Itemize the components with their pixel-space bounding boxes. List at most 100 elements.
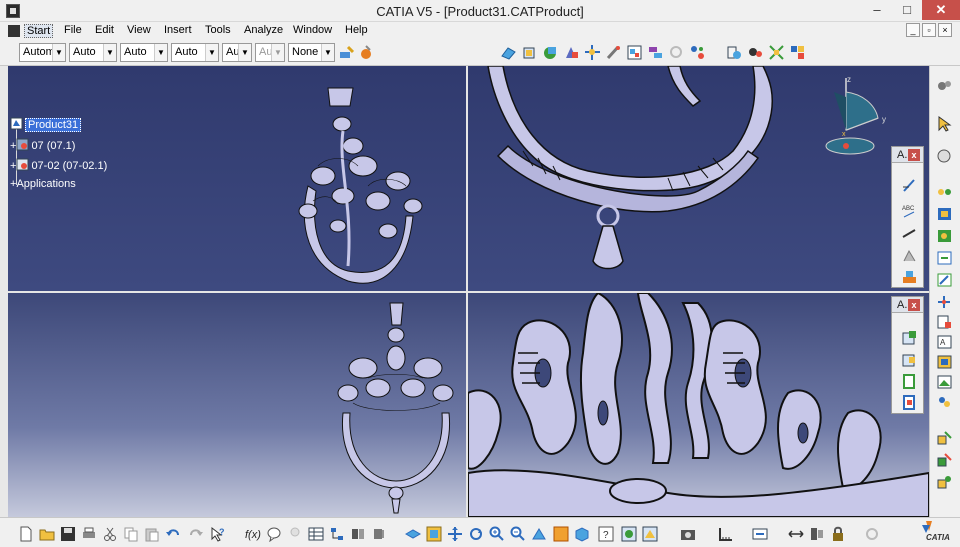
mdi-restore-button[interactable]: ▫ — [922, 23, 936, 37]
section-view-icon[interactable] — [901, 351, 918, 368]
view-icon[interactable] — [901, 268, 918, 285]
tree-expand-icon[interactable] — [329, 526, 345, 542]
close-button[interactable]: ✕ — [922, 0, 960, 20]
catalog-browser-icon[interactable] — [936, 354, 953, 370]
floating-toolbar-close-button[interactable]: x — [908, 299, 920, 311]
front-view-icon[interactable] — [901, 329, 918, 346]
normal-view-icon[interactable] — [531, 526, 547, 542]
explode-icon[interactable] — [626, 44, 643, 61]
undo-icon[interactable] — [165, 526, 181, 542]
zoom-in-icon[interactable] — [489, 526, 505, 542]
maximize-button[interactable]: □ — [892, 0, 922, 20]
iso-view-icon[interactable] — [574, 526, 590, 542]
scene-icon[interactable] — [936, 374, 953, 390]
menu-edit[interactable]: Edit — [95, 24, 114, 36]
viewport-bottom-left[interactable] — [8, 293, 466, 517]
menu-view[interactable]: View — [127, 24, 151, 36]
part-icon[interactable] — [521, 44, 538, 61]
transparency-combo[interactable]: Auto ▼ — [69, 43, 117, 62]
whats-this-icon[interactable]: ? — [210, 526, 226, 542]
existing-component-positioning-icon[interactable] — [936, 474, 953, 490]
measure-between-icon[interactable] — [350, 526, 366, 542]
table-icon[interactable] — [308, 526, 324, 542]
zoom-out-icon[interactable] — [510, 526, 526, 542]
comment-icon[interactable] — [266, 526, 282, 542]
mdi-close-button[interactable]: × — [938, 23, 952, 37]
measure-icon[interactable] — [747, 44, 764, 61]
projection-view-icon[interactable] — [901, 373, 918, 390]
swap-view-icon[interactable] — [752, 526, 768, 542]
floating-toolbar-header[interactable]: A. x — [892, 297, 923, 313]
text-annotation-icon[interactable]: ABC — [901, 202, 918, 219]
component-tree-icon[interactable] — [936, 184, 953, 200]
save-icon[interactable] — [60, 526, 76, 542]
tree-root-label[interactable]: Product31 — [25, 118, 82, 132]
redo-icon[interactable] — [188, 526, 204, 542]
fit-all-icon[interactable] — [426, 526, 442, 542]
menu-tools[interactable]: Tools — [205, 24, 231, 36]
menu-insert[interactable]: Insert — [164, 24, 192, 36]
multi-view-icon[interactable] — [553, 526, 569, 542]
minimize-button[interactable]: – — [862, 0, 892, 20]
copy-icon[interactable] — [123, 526, 139, 542]
viewport-bottom-right[interactable] — [468, 293, 929, 517]
arrange-icon[interactable] — [809, 526, 825, 542]
clash-icon[interactable] — [647, 44, 664, 61]
analysis-icon[interactable] — [936, 394, 953, 410]
document-menu-icon[interactable] — [8, 25, 20, 37]
publication-icon[interactable] — [936, 250, 953, 266]
distance-icon[interactable] — [788, 526, 804, 542]
axis-icon[interactable] — [936, 294, 953, 310]
viewport-top-left[interactable]: Product31 +07 (07.1) +07-02 (07-02.1) +A… — [8, 66, 466, 291]
pan-icon[interactable] — [447, 526, 463, 542]
gears-icon[interactable] — [936, 78, 953, 94]
bill-of-material-icon[interactable] — [936, 314, 953, 330]
mdi-minimize-button[interactable]: _ — [906, 23, 920, 37]
paste-icon[interactable] — [144, 526, 160, 542]
snap-icon[interactable] — [605, 44, 622, 61]
insert-product-icon[interactable] — [936, 430, 953, 446]
rotate-icon[interactable] — [468, 526, 484, 542]
hide-show-icon[interactable] — [642, 526, 658, 542]
measure-item-icon[interactable] — [371, 526, 387, 542]
point-symbol-combo[interactable]: Aut ▼ — [222, 43, 252, 62]
existing-component-icon[interactable] — [542, 44, 559, 61]
fly-icon[interactable] — [405, 526, 421, 542]
measure-ruler-icon[interactable] — [718, 526, 734, 542]
arrow-annotation-icon[interactable] — [901, 225, 918, 242]
new-file-icon[interactable] — [18, 526, 34, 542]
insert-part-icon[interactable] — [936, 452, 953, 468]
open-folder-icon[interactable] — [39, 526, 55, 542]
compass-icon[interactable]: z y x — [820, 72, 900, 162]
replace-component-icon[interactable] — [563, 44, 580, 61]
manipulation-icon[interactable] — [584, 44, 601, 61]
render-style-combo[interactable]: None ▼ — [288, 43, 335, 62]
tree-item-applications[interactable]: +Applications — [10, 178, 76, 190]
viewport-top-right[interactable]: z y x — [468, 66, 929, 291]
lock-icon[interactable] — [830, 526, 846, 542]
tree-item-07[interactable]: +07 (07.1) — [10, 138, 75, 152]
layer-combo[interactable]: Aut ▼ — [255, 43, 285, 62]
menu-window[interactable]: Window — [293, 24, 332, 36]
move-icon[interactable] — [936, 272, 953, 288]
horizontal-splitter[interactable] — [8, 291, 929, 293]
catalog-icon[interactable] — [726, 44, 743, 61]
menu-file[interactable]: File — [64, 24, 82, 36]
shading-icon[interactable] — [621, 526, 637, 542]
formula-icon[interactable]: f(x) — [245, 526, 261, 542]
thickness-combo[interactable]: Auto ▼ — [171, 43, 219, 62]
text-frame-icon[interactable]: A — [936, 334, 953, 350]
constraints-icon[interactable] — [689, 44, 706, 61]
detail-view-icon[interactable] — [901, 394, 918, 411]
menu-help[interactable]: Help — [345, 24, 368, 36]
product-icon[interactable] — [500, 44, 517, 61]
tree-item-07-02[interactable]: +07-02 (07-02.1) — [10, 158, 107, 172]
print-icon[interactable] — [81, 526, 97, 542]
menu-analyze[interactable]: Analyze — [244, 24, 283, 36]
select-arrow-icon[interactable] — [936, 116, 953, 132]
tree-root-product31[interactable]: Product31 — [10, 117, 82, 132]
fly-mode-icon[interactable] — [936, 148, 953, 164]
cut-scissors-icon[interactable] — [102, 526, 118, 542]
flag-note-icon[interactable] — [901, 177, 918, 194]
multi-view-icon[interactable] — [789, 44, 806, 61]
